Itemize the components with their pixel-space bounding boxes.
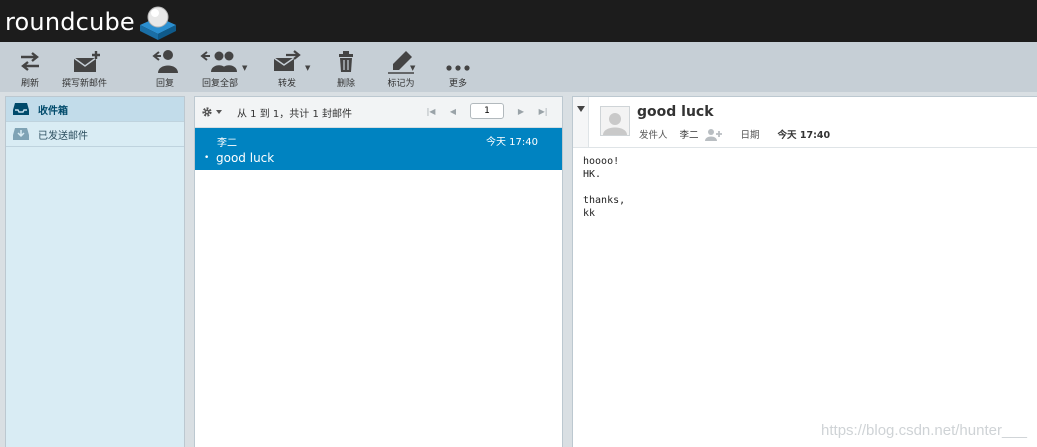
reply-label: 回复	[155, 79, 174, 89]
folder-list: 收件箱 已发送邮件	[5, 96, 185, 447]
first-page-button[interactable]: |◀	[424, 103, 438, 119]
preview-meta: 发件人 李二 日期 今天 17:40	[639, 127, 830, 141]
folder-label: 已发送邮件	[38, 130, 88, 142]
reply-icon	[152, 50, 178, 73]
refresh-icon	[21, 52, 39, 71]
date-label: 日期	[740, 130, 760, 141]
reply-all-label: 回复全部	[201, 79, 238, 89]
next-page-button[interactable]: ▶	[514, 103, 528, 119]
message-preview: good luck 发件人 李二 日期 今天 17:40 hoooo! HK. …	[572, 96, 1037, 447]
list-options-button[interactable]	[201, 106, 223, 118]
folder-sent[interactable]: 已发送邮件	[6, 122, 184, 147]
message-count: 从 1 到 1，共计 1 封邮件	[237, 108, 352, 120]
mark-label: 标记为	[387, 79, 415, 89]
unread-marker: •	[204, 153, 210, 163]
toolbar: 刷新 撰写新邮件 回复 回复全部 ▼ 转发 ▼ 删除 标记为 ▼ 更多	[0, 42, 1037, 92]
more-dots-icon	[446, 65, 470, 71]
roundcube-logo[interactable]: roundcube	[5, 6, 178, 40]
last-page-button[interactable]: ▶|	[536, 103, 550, 119]
delete-button[interactable]: 删除	[336, 48, 356, 89]
inbox-icon	[12, 101, 30, 117]
refresh-label: 刷新	[20, 79, 39, 89]
forward-icon	[273, 50, 301, 71]
page-number-input[interactable]	[470, 103, 504, 119]
add-contact-icon	[704, 128, 722, 141]
trash-icon	[339, 51, 353, 72]
pagination: |◀ ◀ ▶ ▶|	[420, 103, 554, 119]
add-contact-button[interactable]	[704, 128, 723, 141]
logo-text: roundcube	[5, 8, 135, 36]
cube-logo-icon	[139, 6, 176, 40]
header-toggle[interactable]	[573, 97, 589, 147]
folder-label: 收件箱	[38, 105, 68, 117]
message-date: 今天 17:40	[486, 137, 538, 148]
message-list-header: 从 1 到 1，共计 1 封邮件 |◀ ◀ ▶ ▶|	[195, 97, 562, 128]
reply-all-icon	[200, 51, 237, 72]
person-silhouette-icon	[603, 113, 627, 135]
compose-button[interactable]: 撰写新邮件	[62, 48, 107, 89]
preview-subject: good luck	[637, 104, 714, 120]
reply-button[interactable]: 回复	[150, 48, 180, 89]
message-subject: good luck	[216, 151, 275, 165]
delete-label: 删除	[336, 79, 355, 89]
top-bar: roundcube	[0, 0, 1037, 42]
reply-all-button[interactable]: 回复全部	[200, 48, 240, 89]
prev-page-button[interactable]: ◀	[446, 103, 460, 119]
message-row[interactable]: 李二 今天 17:40 • good luck	[195, 128, 562, 170]
forward-label: 转发	[277, 79, 296, 89]
caret-down-icon	[576, 106, 585, 112]
message-list: 从 1 到 1，共计 1 封邮件 |◀ ◀ ▶ ▶| 李二 今天 17:40 •…	[194, 96, 563, 447]
more-label: 更多	[448, 79, 467, 89]
forward-button[interactable]: 转发	[272, 48, 302, 89]
watermark: https://blog.csdn.net/hunter___	[821, 422, 1027, 439]
more-button[interactable]: 更多	[444, 48, 472, 89]
forward-dropdown-icon[interactable]: ▼	[305, 64, 310, 72]
reply-all-dropdown-icon[interactable]: ▼	[242, 64, 247, 72]
preview-header: good luck 发件人 李二 日期 今天 17:40	[573, 97, 1037, 148]
refresh-button[interactable]: 刷新	[18, 48, 42, 89]
sent-icon	[12, 126, 30, 142]
message-from: 李二	[217, 138, 237, 149]
mark-dropdown-icon[interactable]: ▼	[410, 64, 415, 72]
date-value: 今天 17:40	[777, 130, 831, 141]
from-name[interactable]: 李二	[680, 127, 699, 141]
sender-avatar	[600, 106, 630, 136]
from-label: 发件人	[639, 130, 668, 141]
message-body: hoooo! HK. thanks, kk	[583, 156, 626, 219]
folder-inbox[interactable]: 收件箱	[6, 97, 184, 122]
gear-icon	[202, 107, 222, 117]
compose-mail-icon	[73, 51, 100, 72]
compose-label: 撰写新邮件	[62, 79, 108, 89]
